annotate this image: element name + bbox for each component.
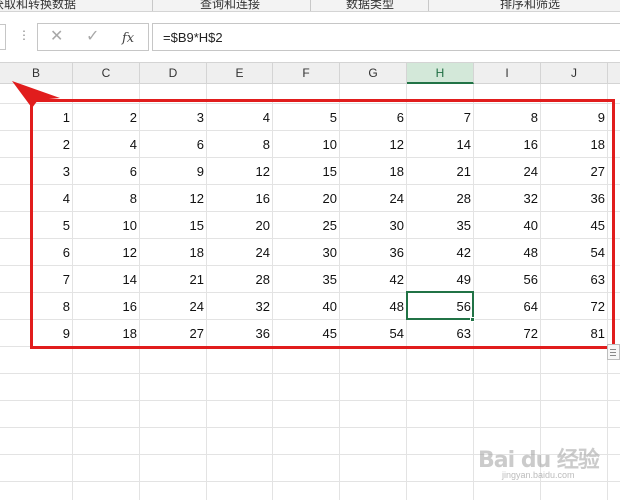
watermark-url: jingyan.baidu.com	[502, 470, 575, 480]
paste-options-icon[interactable]	[607, 344, 620, 360]
column-header-f[interactable]: F	[273, 63, 340, 84]
ribbon-group-labels: 获取和转换数据 查询和连接 数据类型 排序和筛选	[0, 0, 620, 12]
gridline-horizontal	[0, 427, 620, 428]
enter-check-icon[interactable]: ✓	[86, 27, 99, 47]
column-header-d[interactable]: D	[140, 63, 207, 84]
ribbon-group-sort-filter-label: 排序和筛选	[500, 0, 561, 11]
formula-input[interactable]: =$B9*H$2	[152, 23, 620, 51]
column-header-c[interactable]: C	[73, 63, 140, 84]
ribbon-group-data-types-label: 数据类型	[346, 0, 395, 11]
insert-function-button[interactable]: fx	[122, 29, 134, 49]
ribbon-group-queries-label: 查询和连接	[200, 0, 261, 11]
ribbon-separator	[152, 0, 153, 11]
column-header-g[interactable]: G	[340, 63, 407, 84]
cancel-icon[interactable]: ✕	[50, 27, 63, 47]
gridline-horizontal	[0, 481, 620, 482]
column-header-e[interactable]: E	[207, 63, 273, 84]
formula-bar: ⋮ ✕ ✓ fx =$B9*H$2	[0, 12, 620, 62]
column-header-row: BCDEFGHIJ	[0, 62, 620, 84]
ribbon-separator	[428, 0, 429, 11]
gridline-horizontal	[0, 373, 620, 374]
column-header-j[interactable]: J	[541, 63, 608, 84]
name-box[interactable]	[0, 24, 6, 50]
formula-bar-buttons: ✕ ✓ fx	[37, 23, 149, 51]
column-header-h[interactable]: H	[407, 63, 474, 84]
column-header-i[interactable]: I	[474, 63, 541, 84]
ribbon-separator	[310, 0, 311, 11]
gridline-horizontal	[0, 400, 620, 401]
annotation-highlight-box	[30, 99, 615, 349]
ribbon-group-get-transform-label: 获取和转换数据	[0, 0, 77, 11]
formula-bar-resize-handle[interactable]: ⋮	[18, 28, 30, 42]
